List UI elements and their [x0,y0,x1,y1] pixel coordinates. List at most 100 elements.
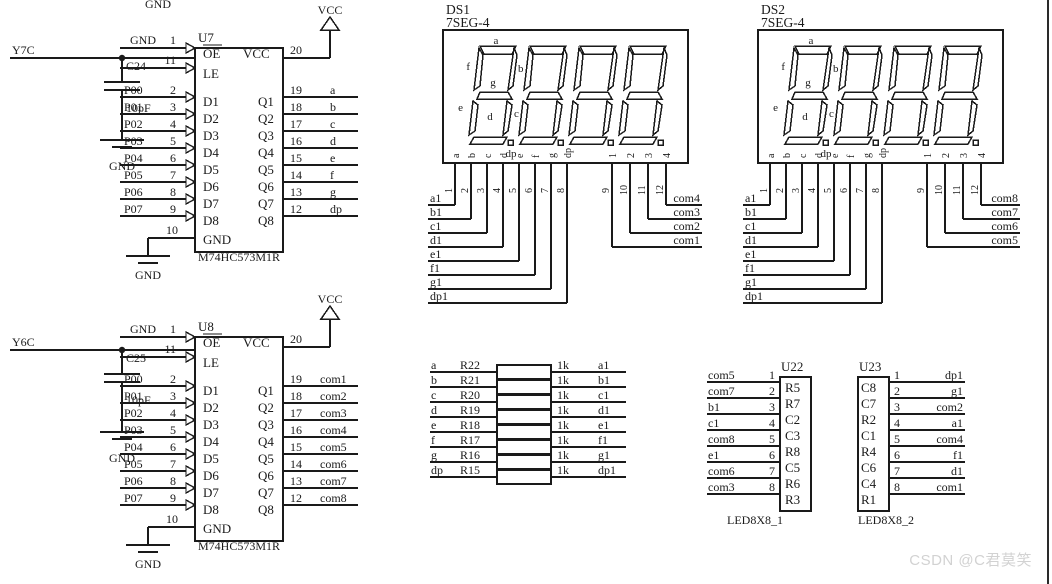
u22-num-6: 7 [769,464,775,478]
ds2-net-0: a1 [745,191,756,205]
u7-out-pin-7: 12 [290,202,302,216]
u7-out-name-7: Q8 [258,213,274,228]
u23-num-0: 1 [894,368,900,382]
u8-in-name-7: D8 [203,502,219,517]
u8-in-pin-3: 5 [170,423,176,437]
u7-in-pin-1: 3 [170,100,176,114]
u7-out-name-5: Q6 [258,179,274,194]
u22-pname-5: C5 [785,460,800,475]
res-right-2: c1 [598,388,609,402]
u22-net-0: com5 [708,368,735,382]
u8-vcc-label: VCC [318,292,343,306]
u7-out-name-2: Q3 [258,128,274,143]
ds1-pnr-3: 4 [662,153,673,158]
u7-vcc-name: VCC [243,46,270,61]
ds1-pnum-6: 7 [540,188,551,193]
u7-out-net-5: f [330,168,334,182]
ds1-pnum-0: 1 [444,188,455,193]
u23-pname-7: R1 [861,492,876,507]
res-left-4: e [431,418,436,432]
u7-in-net-6: P06 [124,185,143,199]
u8-out-net-4: com5 [320,440,347,454]
ds2-netr-0: com8 [991,191,1018,205]
u23-pname-5: C6 [861,460,877,475]
ds2-pnumr-0: 9 [916,188,927,193]
res-ref-3: R19 [460,403,480,417]
ds1-net-0: a1 [430,191,441,205]
u22-pname-7: R3 [785,492,800,507]
u8-out-net-3: com4 [320,423,347,437]
u22-pname-1: R7 [785,396,801,411]
u22-net-7: com3 [708,480,735,494]
u7-out-net-6: g [330,185,336,199]
u7-oe-net: GND [130,33,156,47]
ds2-pnum-1: 2 [775,188,786,193]
u8-in-net-5: P05 [124,457,143,471]
u7-in-name-4: D5 [203,162,219,177]
u7-in-name-5: D6 [203,179,219,194]
res-val-6: 1k [557,448,569,462]
u22-net-5: e1 [708,448,719,462]
u8-out-pin-7: 12 [290,491,302,505]
u7-le-pin: 11 [164,53,176,67]
u7-gnd-pin: 10 [166,223,178,237]
res-val-4: 1k [557,418,569,432]
ds2-netr-1: com7 [991,205,1018,219]
u8-out-pin-2: 17 [290,406,302,420]
ds2-pnum-0: 1 [759,188,770,193]
res-val-7: 1k [557,463,569,477]
u8-in-name-3: D4 [203,434,219,449]
u8-gnd-pin: 10 [166,512,178,526]
res-val-0: 1k [557,358,569,372]
res-right-4: e1 [598,418,609,432]
u22-num-4: 5 [769,432,775,446]
u7-in-net-7: P07 [124,202,143,216]
ds2-part: 7SEG-4 [761,15,805,30]
ds2-pnumr-1: 10 [934,185,945,195]
u22-pname-3: C3 [785,428,800,443]
u8-in-net-2: P02 [124,406,143,420]
u7-in-name-3: D4 [203,145,219,160]
ds1-pnr-1: 2 [626,153,637,158]
ds1-pnumr-2: 11 [637,185,648,195]
u7-gnd-name: GND [203,232,231,247]
u22-num-5: 6 [769,448,775,462]
u7-ref: U7 [198,30,214,45]
ds2-net-2: c1 [745,219,756,233]
u8-out-pin-0: 19 [290,372,302,386]
ds1-pnumr-1: 10 [619,185,630,195]
u8-out-net-0: com1 [320,372,347,386]
u8-net-y6c: Y6C [12,335,35,349]
u8-gnd-name: GND [203,521,231,536]
res-right-5: f1 [598,433,608,447]
u7-in-name-7: D8 [203,213,219,228]
u7-out-name-3: Q4 [258,145,274,160]
u23-ref: U23 [859,359,881,374]
u8-in-pin-1: 3 [170,389,176,403]
ds1-netr-0: com4 [673,191,700,205]
res-ref-2: R20 [460,388,480,402]
ds2-pn-0: a [766,153,777,158]
u8-out-name-3: Q4 [258,434,274,449]
u22-num-3: 4 [769,416,775,430]
u7-in-net-0: P00 [124,83,143,97]
ds1-netr-1: com3 [673,205,700,219]
u7-le-name: LE [203,66,219,81]
u7-in-pin-0: 2 [170,83,176,97]
u22-part: LED8X8_1 [727,513,783,527]
u7-in-net-2: P02 [124,117,143,131]
u23-net-1: g1 [951,384,963,398]
ds2-seg-f: f [781,61,785,73]
u23-pname-4: R4 [861,444,877,459]
u7-out-name-4: Q5 [258,162,274,177]
ds2-pnumr-2: 11 [952,185,963,195]
ds2-seg-b: b [833,63,839,75]
u8-in-name-1: D2 [203,400,219,415]
ds1-pnum-4: 5 [508,188,519,193]
ds2-pnr-3: 4 [977,153,988,158]
ds2-pnumr-3: 12 [970,185,981,195]
ds1-part: 7SEG-4 [446,15,490,30]
u8-in-net-0: P00 [124,372,143,386]
u7-out-pin-0: 19 [290,83,302,97]
res-left-5: f [431,433,435,447]
